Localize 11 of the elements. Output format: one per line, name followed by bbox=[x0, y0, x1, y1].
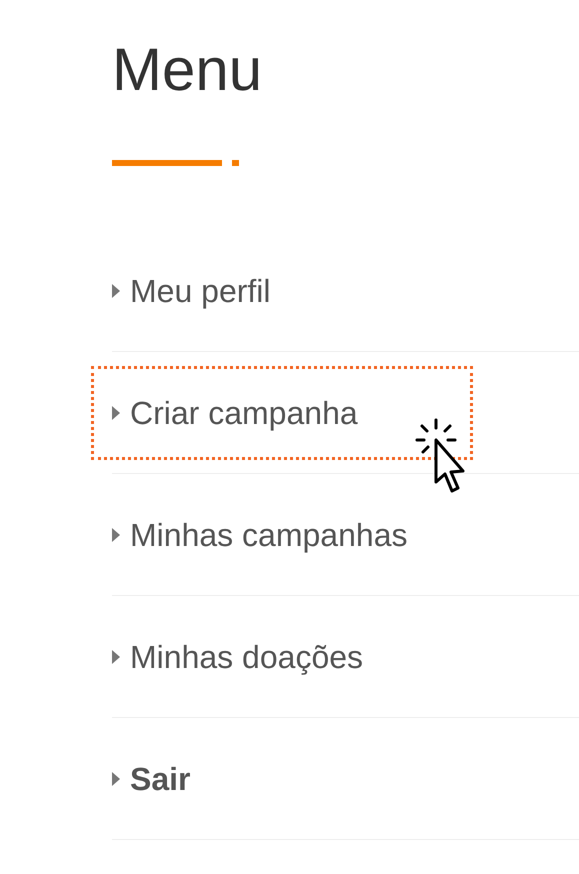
menu-item[interactable]: Minhas campanhas bbox=[112, 510, 408, 558]
menu-item[interactable]: Minhas doações bbox=[112, 632, 364, 680]
menu-title: Menu bbox=[112, 40, 264, 104]
menu-item[interactable]: Criar campanha bbox=[94, 368, 470, 456]
caret-icon bbox=[112, 772, 120, 786]
menu-item[interactable]: Sair bbox=[112, 754, 190, 802]
menu-item[interactable]: Meu perfil bbox=[112, 266, 270, 314]
caret-icon bbox=[112, 406, 120, 420]
caret-icon bbox=[112, 528, 120, 542]
caret-icon bbox=[112, 284, 120, 298]
caret-icon bbox=[112, 650, 120, 664]
